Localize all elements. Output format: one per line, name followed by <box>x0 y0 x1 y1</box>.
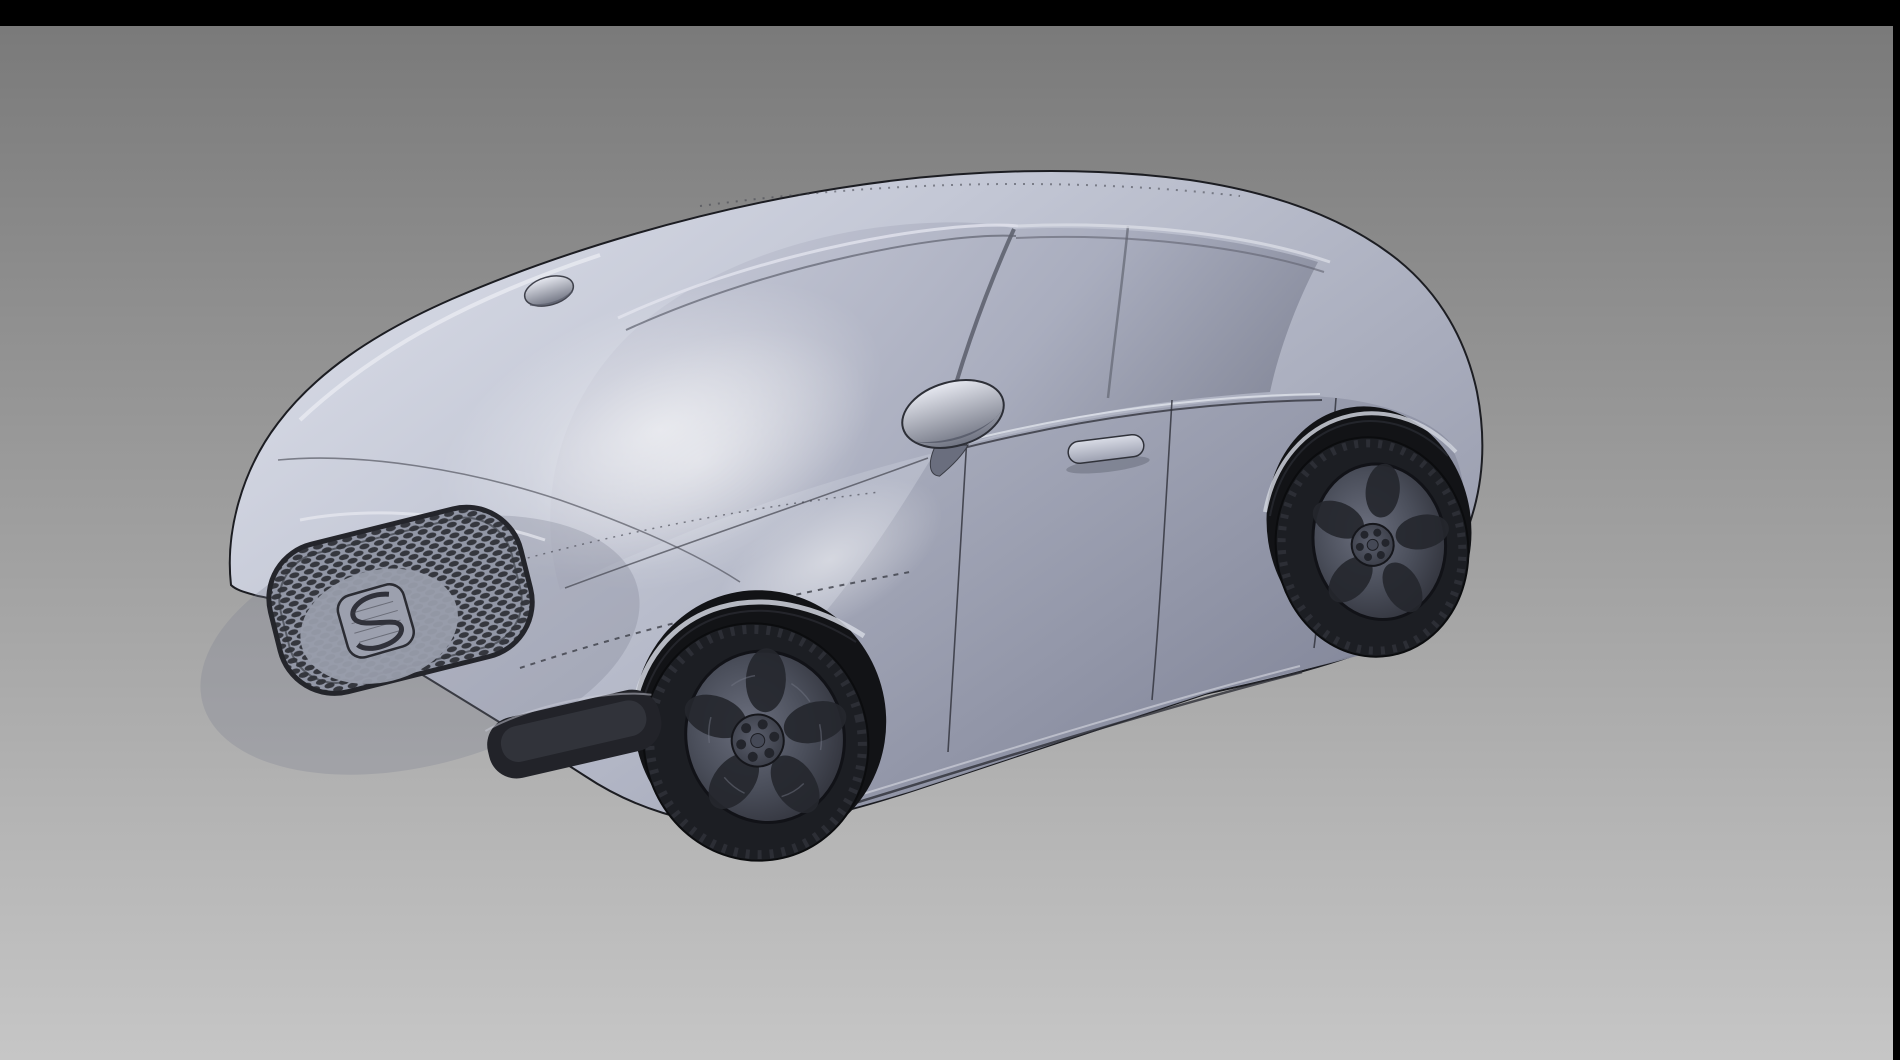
letterbox-top-bar <box>0 0 1900 26</box>
letterbox-right-bar <box>1893 0 1900 1060</box>
app-window <box>0 0 1900 1060</box>
viewport-3d[interactable] <box>0 0 1900 1060</box>
